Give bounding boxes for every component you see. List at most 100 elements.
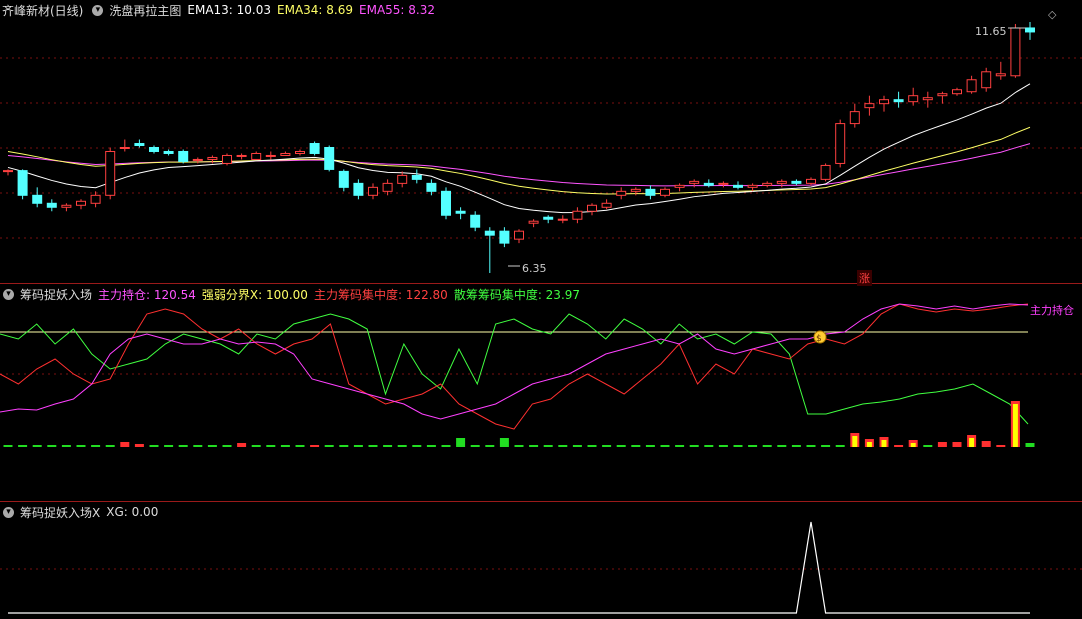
ema34-label: EMA34: 8.69 bbox=[277, 3, 354, 17]
candle-body bbox=[806, 178, 816, 184]
candle-body bbox=[543, 216, 554, 220]
candle-body bbox=[995, 73, 1006, 77]
candle-body bbox=[820, 164, 831, 180]
chip-bar bbox=[18, 445, 28, 447]
chip-bar bbox=[631, 445, 641, 447]
candle-body bbox=[893, 99, 904, 103]
chip-bar bbox=[777, 445, 787, 447]
xg-indicator-name[interactable]: 筹码捉妖入场X bbox=[20, 504, 100, 521]
price-header: 齐峰新材(日线) ▾ 洗盘再拉主图 EMA13: 10.03 EMA34: 8.… bbox=[0, 0, 441, 20]
chip-bar bbox=[237, 443, 247, 447]
chip-bar bbox=[134, 444, 144, 447]
candle-body bbox=[674, 184, 685, 188]
candle-body bbox=[61, 204, 72, 208]
chevron-down-icon[interactable]: ▾ bbox=[3, 506, 14, 518]
candle-body bbox=[455, 210, 466, 214]
candle-body bbox=[937, 93, 948, 97]
chip-bar bbox=[704, 445, 714, 447]
xg-panel[interactable]: ▾ 筹码捉妖入场X XG: 0.00 bbox=[0, 502, 1082, 619]
candle-body bbox=[280, 152, 291, 156]
candle-body bbox=[90, 194, 101, 204]
chip-bar bbox=[1025, 443, 1035, 447]
stock-name: 齐峰新材(日线) bbox=[2, 3, 84, 18]
main-hold-right-label: 主力持仓 bbox=[1030, 304, 1074, 317]
chip-bar bbox=[952, 442, 962, 447]
chip-header: ▾ 筹码捉妖入场 主力持仓: 120.54 强弱分界X: 100.00 主力筹码… bbox=[0, 284, 586, 304]
chip-bar bbox=[660, 445, 670, 447]
chip-bar bbox=[339, 445, 349, 447]
chip-bar-inner bbox=[881, 440, 887, 447]
chip-bar-inner bbox=[852, 436, 858, 447]
ema13-label: EMA13: 10.03 bbox=[187, 3, 272, 17]
chip-bar bbox=[61, 445, 71, 447]
candle-body bbox=[733, 184, 743, 188]
chip-bar bbox=[324, 445, 334, 447]
strength-label: 强弱分界X: 100.00 bbox=[201, 287, 308, 302]
chip-bar bbox=[441, 445, 451, 447]
candle-body bbox=[952, 89, 962, 95]
candle-body bbox=[922, 97, 933, 101]
chip-bar bbox=[543, 445, 553, 447]
candle-body bbox=[353, 182, 364, 196]
chip-chart[interactable]: $ bbox=[0, 284, 1082, 501]
chip-bar bbox=[572, 445, 582, 447]
candle-body bbox=[514, 230, 524, 240]
chip-bar bbox=[923, 445, 933, 447]
chip-bar bbox=[266, 445, 276, 447]
chip-panel[interactable]: ▾ 筹码捉妖入场 主力持仓: 120.54 强弱分界X: 100.00 主力筹码… bbox=[0, 284, 1082, 501]
chip-bar bbox=[251, 445, 261, 447]
diamond-icon[interactable]: ◇ bbox=[1048, 8, 1056, 21]
candle-body bbox=[309, 143, 320, 154]
candle-body bbox=[76, 200, 86, 206]
chip-bar bbox=[937, 442, 947, 447]
low-price-label: 6.35 bbox=[522, 262, 547, 275]
chip-bar-inner bbox=[910, 443, 916, 447]
candle-body bbox=[660, 188, 670, 196]
chip-bar bbox=[675, 445, 685, 447]
chip-bar bbox=[587, 445, 597, 447]
chip-bar bbox=[821, 445, 831, 447]
candle-body bbox=[119, 147, 130, 149]
candle-body bbox=[849, 111, 860, 125]
candle-body bbox=[265, 154, 276, 157]
candle-body bbox=[966, 79, 977, 93]
chip-bar bbox=[762, 445, 772, 447]
chip-bar bbox=[718, 445, 728, 447]
candle-body bbox=[222, 154, 232, 164]
chip-bar bbox=[835, 445, 845, 447]
chip-bar bbox=[222, 445, 232, 447]
candle-body bbox=[557, 218, 568, 221]
price-panel[interactable]: 齐峰新材(日线) ▾ 洗盘再拉主图 EMA13: 10.03 EMA34: 8.… bbox=[0, 0, 1082, 286]
candle-body bbox=[572, 210, 583, 220]
main-conc-label: 主力筹码集中度: 122.80 bbox=[313, 287, 448, 302]
chip-bar bbox=[368, 445, 378, 447]
candle-body bbox=[426, 182, 437, 192]
chevron-down-icon[interactable]: ▾ bbox=[3, 288, 14, 300]
chevron-down-icon[interactable]: ▾ bbox=[92, 4, 104, 16]
chip-bar bbox=[105, 445, 115, 447]
candle-body bbox=[616, 190, 627, 196]
candle-body bbox=[178, 150, 189, 162]
xg-header: ▾ 筹码捉妖入场X XG: 0.00 bbox=[0, 502, 164, 522]
candlestick-chart[interactable] bbox=[0, 0, 1082, 283]
candle-body bbox=[864, 103, 875, 109]
candle-body bbox=[470, 214, 481, 228]
chip-bar bbox=[996, 445, 1006, 447]
chip-bar bbox=[485, 445, 495, 447]
chip-bar bbox=[412, 445, 422, 447]
candle-body bbox=[499, 230, 510, 244]
candle-body bbox=[251, 152, 262, 160]
main-conc-line bbox=[0, 303, 1029, 430]
retail-conc-line bbox=[0, 313, 1029, 425]
chip-indicator-name[interactable]: 筹码捉妖入场 bbox=[20, 286, 92, 303]
chip-bar bbox=[616, 445, 626, 447]
candle-body bbox=[718, 182, 729, 185]
chip-bar-inner bbox=[1012, 404, 1018, 447]
indicator-name[interactable]: 洗盘再拉主图 bbox=[109, 2, 181, 19]
chip-bar bbox=[120, 442, 130, 447]
ema55-label: EMA55: 8.32 bbox=[359, 3, 436, 17]
candle-body bbox=[908, 95, 919, 103]
candle-body bbox=[207, 156, 218, 160]
chip-bar bbox=[894, 445, 904, 447]
chip-bar-inner bbox=[969, 438, 975, 447]
